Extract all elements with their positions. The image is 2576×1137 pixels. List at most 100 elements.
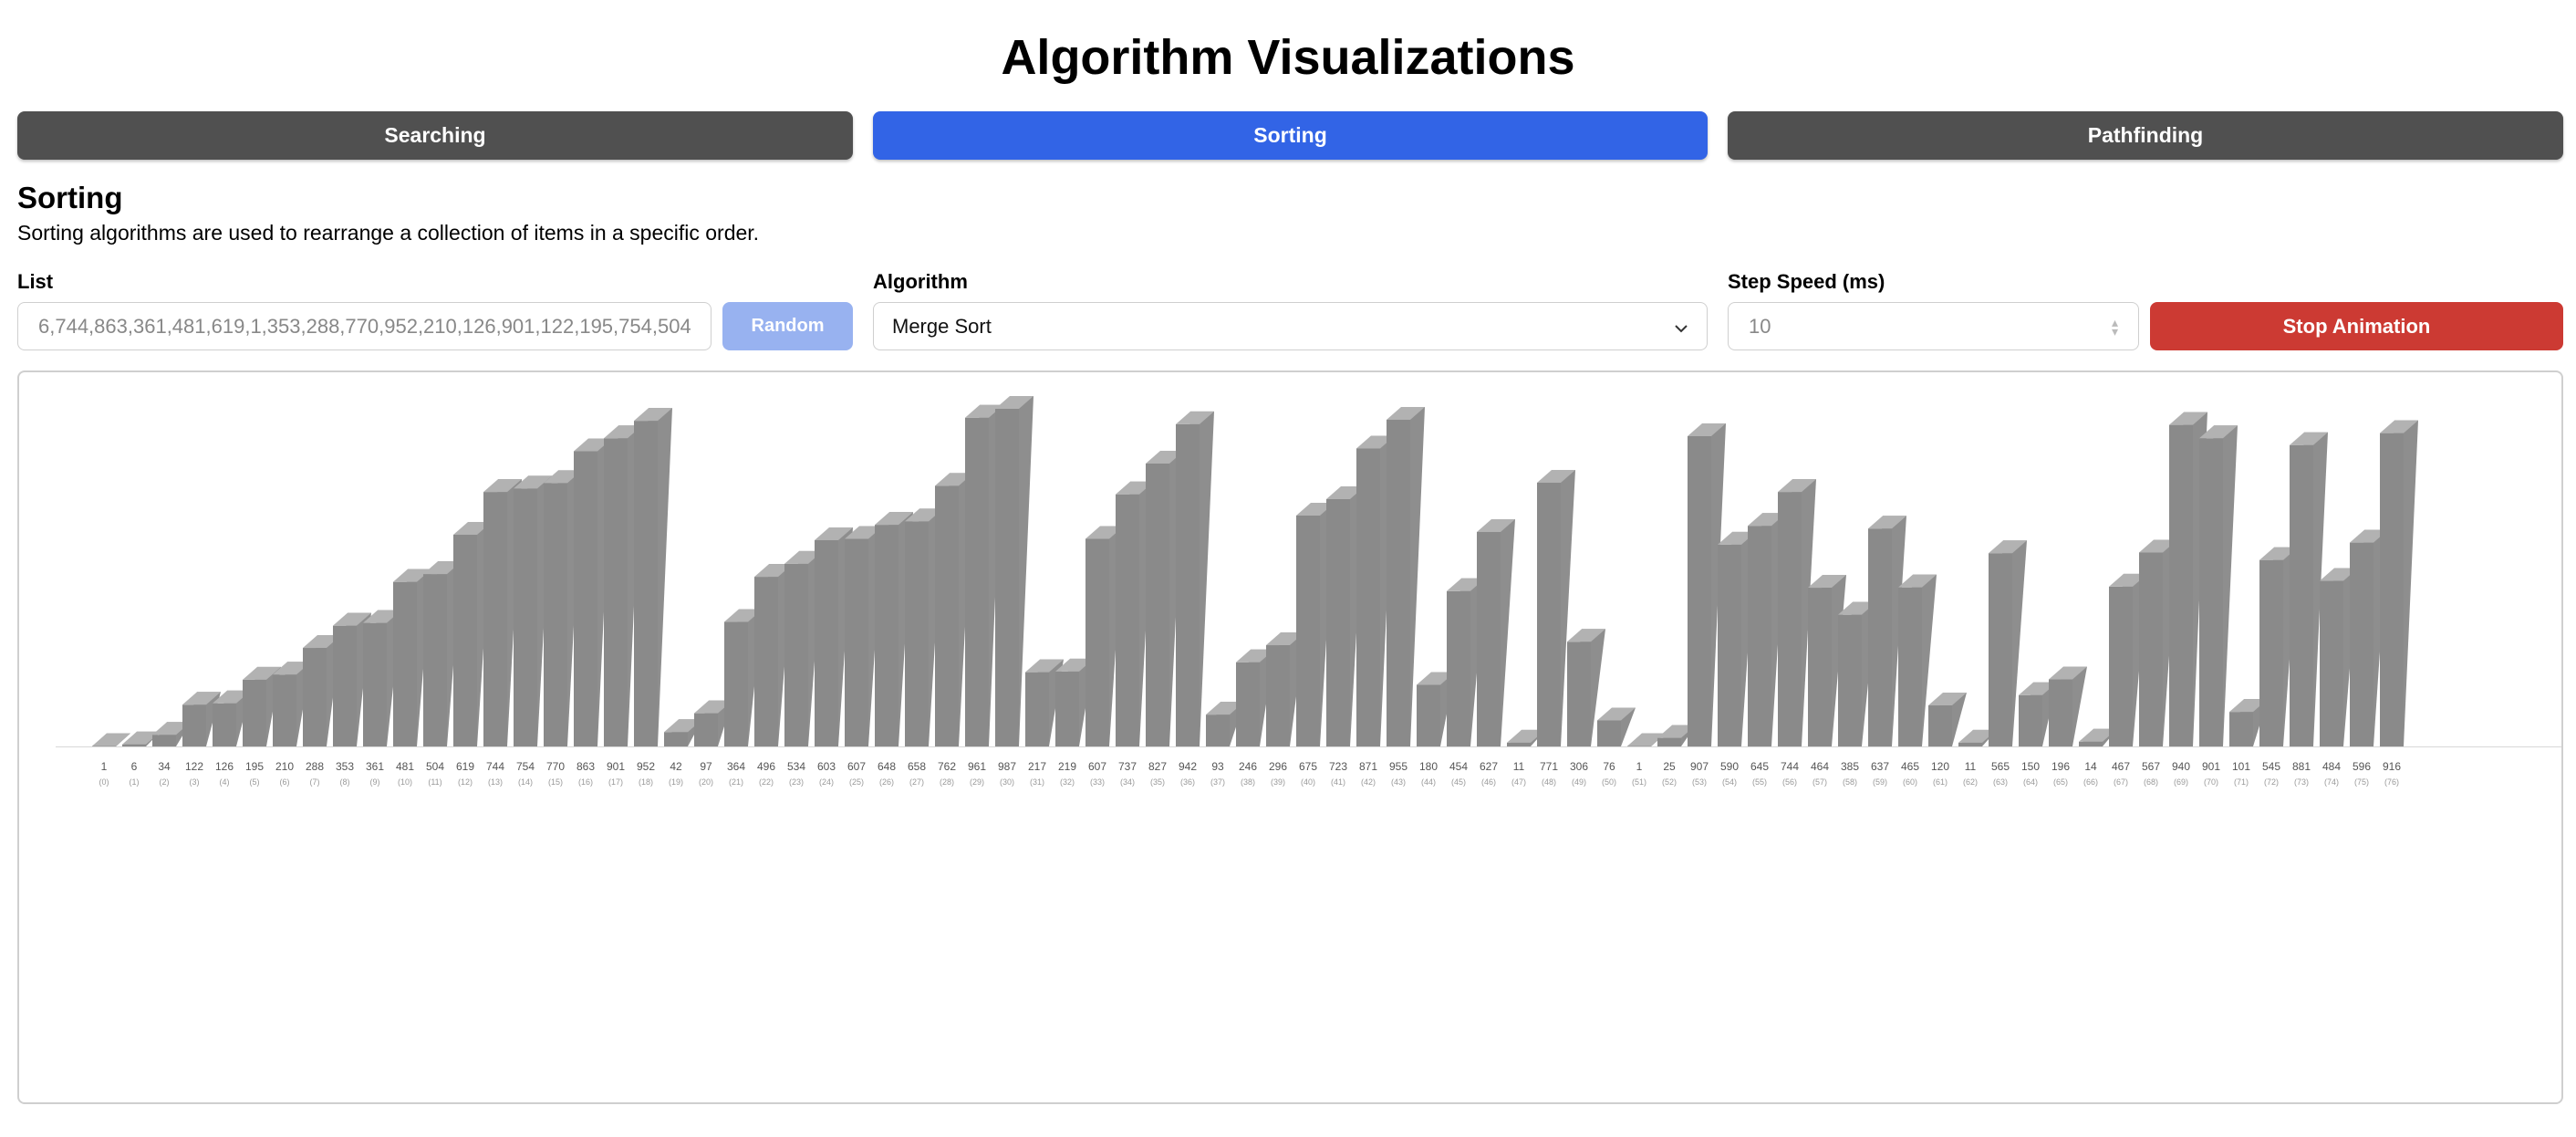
bar-value-label: 120: [1931, 760, 1949, 773]
bar-value-label: 496: [757, 760, 775, 773]
bar-index-label: (61): [1933, 777, 1948, 787]
bar-value-label: 481: [396, 760, 414, 773]
bar-value-label: 76: [1603, 760, 1615, 773]
bar-index-label: (55): [1752, 777, 1767, 787]
bar-index-label: (49): [1572, 777, 1586, 787]
bar-value-label: 762: [938, 760, 956, 773]
bar-index-label: (27): [909, 777, 924, 787]
tab-sorting[interactable]: Sorting: [873, 111, 1708, 160]
bar-value-label: 916: [2383, 760, 2401, 773]
bar-value-label: 619: [456, 760, 474, 773]
bar-value-label: 93: [1211, 760, 1224, 773]
bar-value-label: 596: [2353, 760, 2371, 773]
bar-value-label: 11: [1513, 760, 1525, 773]
tab-searching[interactable]: Searching: [17, 111, 853, 160]
bar-value-label: 744: [486, 760, 504, 773]
bar-index-label: (73): [2294, 777, 2309, 787]
bar-index-label: (54): [1722, 777, 1737, 787]
bar-value-label: 504: [426, 760, 444, 773]
bar-index-label: (36): [1180, 777, 1195, 787]
bar-value-label: 25: [1663, 760, 1676, 773]
bar-value-label: 942: [1179, 760, 1197, 773]
bar-index-label: (1): [130, 777, 140, 787]
bar-index-label: (5): [250, 777, 260, 787]
list-value: 6,744,863,361,481,619,1,353,288,770,952,…: [38, 314, 691, 338]
bar-value-label: 196: [2051, 760, 2070, 773]
bar-index-label: (3): [190, 777, 200, 787]
bar-index-label: (75): [2354, 777, 2369, 787]
bar-index-label: (10): [398, 777, 412, 787]
bar-index-label: (8): [340, 777, 350, 787]
bar-index-label: (64): [2023, 777, 2038, 787]
bar-index-label: (20): [699, 777, 713, 787]
bar-value-label: 648: [878, 760, 896, 773]
bar-value-label: 565: [1991, 760, 2010, 773]
list-input[interactable]: 6,744,863,361,481,619,1,353,288,770,952,…: [17, 302, 712, 350]
bar-index-label: (17): [608, 777, 623, 787]
bar-index-label: (40): [1301, 777, 1315, 787]
bar-value-label: 871: [1359, 760, 1377, 773]
bar-index-label: (58): [1843, 777, 1857, 787]
bar-index-label: (44): [1421, 777, 1436, 787]
page-title: Algorithm Visualizations: [1001, 30, 1575, 85]
bar-value-label: 464: [1811, 760, 1829, 773]
bar-value-label: 658: [908, 760, 926, 773]
bar-index-label: (48): [1542, 777, 1556, 787]
bar-value-label: 6: [131, 760, 138, 773]
bar-index-label: (45): [1451, 777, 1466, 787]
bar-index-label: (38): [1241, 777, 1255, 787]
bar-value-label: 607: [847, 760, 866, 773]
bar-value-label: 770: [546, 760, 565, 773]
bar-index-label: (9): [370, 777, 380, 787]
algorithm-label: Algorithm: [873, 270, 968, 293]
bar-index-label: (70): [2204, 777, 2218, 787]
bar-value-label: 353: [336, 760, 354, 773]
bar-index-label: (14): [518, 777, 533, 787]
bar-index-label: (21): [729, 777, 743, 787]
tab-pathfinding[interactable]: Pathfinding: [1728, 111, 2563, 160]
bar-value-label: 246: [1239, 760, 1257, 773]
bar-value-label: 42: [670, 760, 682, 773]
bar-value-label: 607: [1088, 760, 1106, 773]
bar-index-label: (35): [1150, 777, 1165, 787]
bar-value-label: 901: [607, 760, 625, 773]
bar-index-label: (76): [2384, 777, 2399, 787]
algorithm-selected-value: Merge Sort: [892, 314, 992, 338]
bar-index-label: (59): [1873, 777, 1887, 787]
bar-index-label: (18): [639, 777, 653, 787]
bar: [1928, 693, 1967, 746]
bar-value-label: 987: [998, 760, 1016, 773]
list-label: List: [17, 270, 54, 293]
spin-arrows-icon[interactable]: ▴ ▾: [2112, 316, 2118, 338]
bar-index-label: (71): [2234, 777, 2249, 787]
bar-index-label: (41): [1331, 777, 1345, 787]
visualization-panel: 1 (0) 6 (1) 34 (2) 122 (3) 126 (4) 195 (5) 210 (6) 288…: [17, 370, 2563, 1104]
bar-index-label: (7): [310, 777, 320, 787]
bar-value-label: 454: [1449, 760, 1468, 773]
bar-value-label: 34: [158, 760, 171, 773]
algorithm-select[interactable]: Merge Sort: [873, 302, 1708, 350]
bar-value-label: 827: [1148, 760, 1167, 773]
bar-value-label: 961: [968, 760, 986, 773]
random-button[interactable]: Random: [722, 302, 853, 350]
bar-index-label: (15): [548, 777, 563, 787]
bar-chart: 1 (0) 6 (1) 34 (2) 122 (3) 126 (4) 195 (5) 210 (6) 288…: [56, 396, 2561, 787]
bar-index-label: (52): [1662, 777, 1677, 787]
bar-index-label: (68): [2144, 777, 2158, 787]
bar-index-label: (0): [99, 777, 109, 787]
speed-input[interactable]: 10 ▴ ▾: [1728, 302, 2139, 350]
bar-index-label: (4): [220, 777, 230, 787]
bar-index-label: (2): [160, 777, 170, 787]
bar-index-label: (26): [879, 777, 894, 787]
bar-index-label: (62): [1963, 777, 1978, 787]
bar-index-label: (13): [488, 777, 503, 787]
bar-index-label: (65): [2053, 777, 2068, 787]
bar: [2049, 666, 2087, 746]
bar-value-label: 534: [787, 760, 805, 773]
bar-index-label: (60): [1903, 777, 1917, 787]
bar-value-label: 126: [215, 760, 234, 773]
speed-value: 10: [1749, 314, 1771, 338]
bar-value-label: 364: [727, 760, 745, 773]
stop-animation-button[interactable]: Stop Animation: [2150, 302, 2563, 350]
bar-value-label: 907: [1690, 760, 1709, 773]
